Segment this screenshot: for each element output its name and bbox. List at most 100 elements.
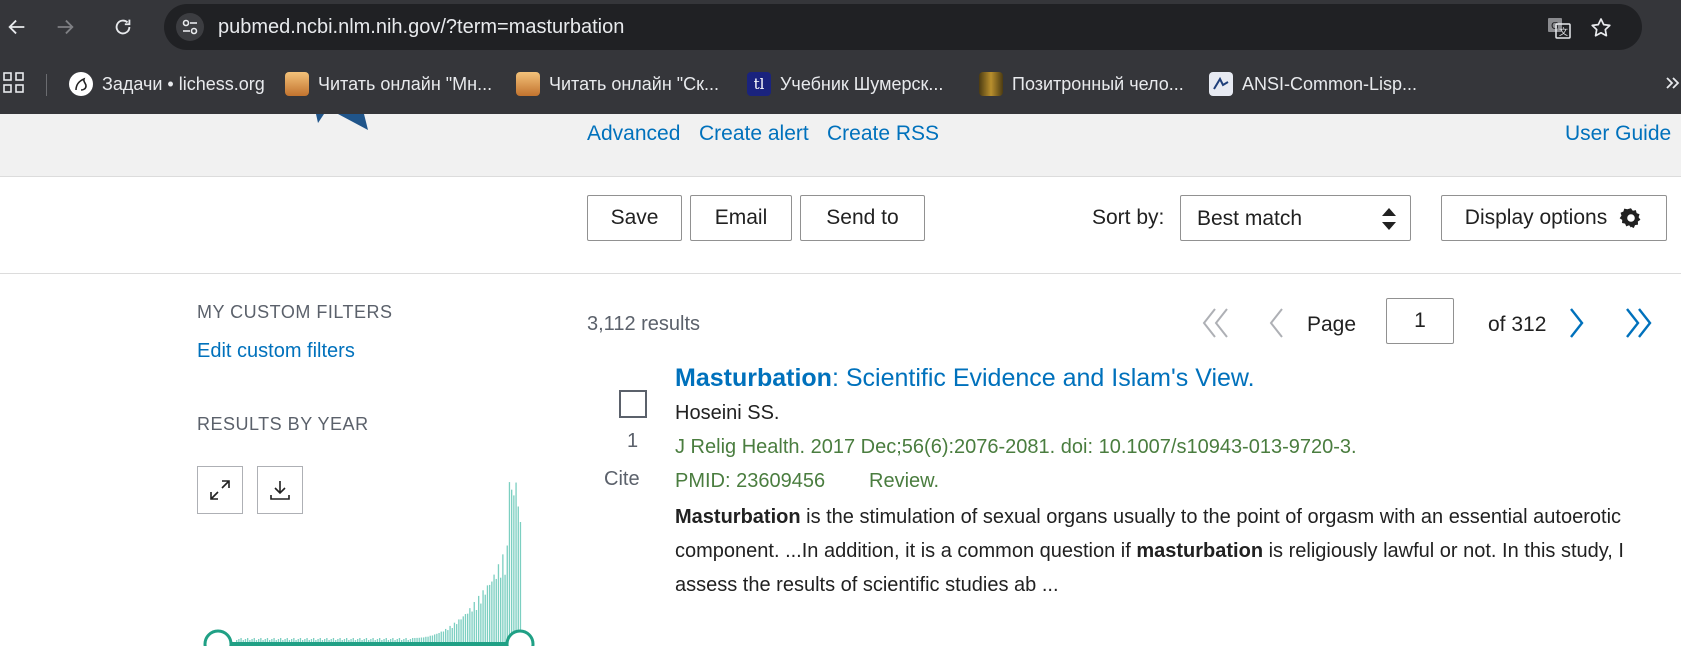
lisp-icon [1209,72,1233,96]
site-info-icon[interactable] [176,13,204,41]
page-number-input[interactable] [1386,298,1454,344]
sort-arrows-icon [1382,208,1396,230]
histogram-bar [302,640,304,642]
histogram-bar [489,584,491,642]
histogram-bar [376,639,379,642]
histogram-bar [255,640,258,642]
user-guide-link[interactable]: User Guide [1565,122,1671,146]
save-button[interactable]: Save [587,195,682,241]
send-to-button[interactable]: Send to [800,195,925,241]
histogram-bar [394,640,396,642]
histogram-bar [416,637,418,642]
histogram-bar [515,482,517,642]
histogram-bar [434,634,436,642]
histogram-bar [363,639,365,642]
result-checkbox[interactable] [619,390,647,418]
reload-button[interactable] [106,10,140,44]
result-citation: J Relig Health. 2017 Dec;56(6):2076-2081… [675,436,1357,458]
histogram-bar [425,636,427,642]
histogram-bar [293,638,295,642]
histogram-bar [262,640,264,642]
create-alert-link[interactable]: Create alert [699,122,809,146]
histogram-bar [412,638,414,642]
histogram-bar [244,639,247,642]
histogram-bar [368,640,370,642]
display-options-button[interactable]: Display options [1441,195,1667,241]
histogram-bar [495,578,497,642]
histogram-bar [420,637,423,642]
histogram-bar [297,639,299,642]
histogram-bar [449,625,451,642]
histogram-bar [350,639,352,642]
histogram-bar [401,640,403,642]
year-range-end-handle[interactable] [505,629,535,646]
histogram-bar [317,639,319,642]
star-icon[interactable] [1588,15,1614,41]
next-page-button[interactable] [1557,300,1597,346]
previous-page-button[interactable] [1256,300,1296,346]
cite-button[interactable]: Cite [604,468,640,491]
bookmark-label: ANSI-Common-Lisp... [1242,73,1418,94]
advanced-search-link[interactable]: Advanced [587,122,680,146]
year-range-start-handle[interactable] [203,629,233,646]
histogram-bar [370,639,372,642]
histogram-bar [251,639,253,642]
result-title-rest: : Scientific Evidence and Islam's View. [831,364,1255,392]
forward-button[interactable] [48,10,82,44]
bookmark-lichess[interactable]: Задачи • lichess.org [69,71,265,97]
histogram-bar [403,639,405,642]
histogram-bar [451,628,453,642]
histogram-bar [374,640,376,642]
histogram-bar [453,622,456,642]
last-page-button[interactable] [1618,300,1658,346]
histogram-bar [473,601,475,642]
histogram-bar [396,639,398,642]
histogram-bar [288,640,291,642]
histogram-bar [264,639,266,642]
create-rss-link[interactable]: Create RSS [827,122,939,146]
custom-filters-heading: MY CUSTOM FILTERS [197,302,393,322]
lichess-icon [69,72,93,96]
histogram-bar [275,640,277,642]
chevron-left-icon [1269,308,1283,338]
histogram-bar [414,637,416,642]
display-options-label: Display options [1464,206,1608,229]
histogram-bar [352,638,354,642]
histogram-bar [504,574,506,642]
histogram-bar [511,489,513,642]
browser-toolbar: pubmed.ncbi.nlm.nih.gov/?term=masturbati… [0,0,1681,54]
edit-custom-filters-link[interactable]: Edit custom filters [197,340,355,363]
histogram-bar [280,638,282,642]
bookmark-positronic-man[interactable]: Позитронный чело... [979,71,1184,97]
bookmark-read-online-1[interactable]: Читать онлайн "Мн... [285,71,492,97]
book-sunset-icon [516,72,540,96]
results-count: 3,112 results [587,313,701,335]
first-page-button[interactable] [1196,300,1236,346]
snippet-keyword: Masturbation [675,506,801,528]
histogram-bar [409,639,412,642]
chevron-double-right-icon[interactable] [1664,72,1681,94]
email-button[interactable]: Email [690,195,792,241]
back-button[interactable] [0,10,34,44]
histogram-bar [469,608,471,642]
results-by-year-histogram[interactable] [200,464,540,646]
histogram-bar [324,639,326,642]
url-text[interactable]: pubmed.ncbi.nlm.nih.gov/?term=masturbati… [218,16,624,39]
histogram-bar [464,614,467,642]
bookmark-read-online-2[interactable]: Читать онлайн "Ск... [516,71,719,97]
histogram-bar [383,639,385,642]
histogram-bar [238,639,240,642]
bookmark-ansi-common-lisp[interactable]: ANSI-Common-Lisp... [1209,71,1417,97]
histogram-bar [286,638,288,642]
histogram-bar [304,639,306,642]
bookmark-sumerian-textbook[interactable]: tl Учебник Шумерск... [747,71,943,97]
histogram-bar [517,506,519,642]
histogram-bar [427,636,429,642]
sort-by-select[interactable]: Best match [1180,195,1411,241]
sort-by-value: Best match [1197,207,1303,230]
histogram-bar [405,638,407,642]
apps-grid-icon[interactable] [3,72,25,94]
address-bar[interactable]: pubmed.ncbi.nlm.nih.gov/?term=masturbati… [164,4,1642,50]
translate-icon[interactable]: G文 [1546,15,1572,41]
result-title-link[interactable]: Masturbation: Scientific Evidence and Is… [675,364,1255,393]
